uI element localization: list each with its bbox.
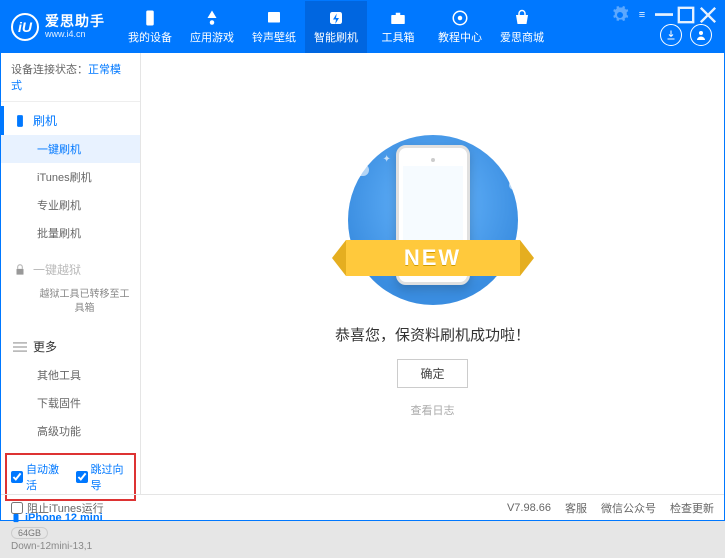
nav-item-flash[interactable]: 智能刷机 [305,1,367,53]
checkbox-label: 自动激活 [26,461,66,493]
footer: 阻止iTunes运行 V7.98.66 客服 微信公众号 检查更新 [1,494,724,520]
nav-label: 教程中心 [438,29,482,45]
nav-item-tutorial[interactable]: 教程中心 [429,1,491,53]
sidebar-section-flash: 刷机 一键刷机 iTunes刷机 专业刷机 批量刷机 [1,102,140,251]
nav-label: 工具箱 [382,29,415,45]
download-icon[interactable] [660,24,682,46]
apps-icon [203,9,221,27]
device-sub: Down-12mini-13,1 [11,541,130,552]
sidebar: 设备连接状态：正常模式 刷机 一键刷机 iTunes刷机 专业刷机 批量刷机 一… [1,53,141,494]
minimize-icon[interactable] [655,6,673,24]
success-illustration: ✦✦ NEW [323,130,543,310]
nav-label: 爱思商城 [500,29,544,45]
wallpaper-icon [265,9,283,27]
nav-label: 铃声壁纸 [252,29,296,45]
success-message: 恭喜您，保资料刷机成功啦！ [335,324,530,345]
sidebar-item-batch[interactable]: 批量刷机 [1,219,140,247]
sidebar-item-advanced[interactable]: 高级功能 [1,417,140,445]
ok-button[interactable]: 确定 [397,359,467,388]
maximize-icon[interactable] [677,6,695,24]
close-icon[interactable] [699,6,717,24]
wechat-link[interactable]: 微信公众号 [601,500,656,516]
more-icon [13,340,27,354]
nav-item-tools[interactable]: 工具箱 [367,1,429,53]
sidebar-head-label: 刷机 [33,112,57,129]
device-storage: 64GB [11,527,48,539]
nav-item-device[interactable]: 我的设备 [119,1,181,53]
phone-icon [141,9,159,27]
sidebar-head-label: 一键越狱 [33,261,81,278]
tutorial-icon [451,9,469,27]
checkbox-label: 跳过向导 [91,461,131,493]
nav-label: 智能刷机 [314,29,358,45]
lock-icon [13,263,27,277]
main-content: ✦✦ NEW 恭喜您，保资料刷机成功啦！ 确定 查看日志 [141,53,724,494]
sidebar-section-jailbreak: 一键越狱 越狱工具已转移至工具箱 [1,251,140,328]
sidebar-item-oneclick[interactable]: 一键刷机 [1,135,140,163]
view-log-link[interactable]: 查看日志 [411,402,455,418]
nav-item-ringtone[interactable]: 铃声壁纸 [243,1,305,53]
checkbox-block-itunes[interactable]: 阻止iTunes运行 [11,500,104,516]
jailbreak-note: 越狱工具已转移至工具箱 [1,284,140,324]
check-update-link[interactable]: 检查更新 [670,500,714,516]
status-label: 设备连接状态： [11,64,88,76]
footer-right: V7.98.66 客服 微信公众号 检查更新 [507,500,714,516]
nav-label: 应用游戏 [190,29,234,45]
menu-icon[interactable]: ≡ [633,6,651,24]
sidebar-item-other[interactable]: 其他工具 [1,361,140,389]
sidebar-item-pro[interactable]: 专业刷机 [1,191,140,219]
version-label: V7.98.66 [507,502,551,514]
checkbox-label: 阻止iTunes运行 [27,500,104,516]
nav-label: 我的设备 [128,29,172,45]
flash-icon [327,9,345,27]
sidebar-item-download-fw[interactable]: 下载固件 [1,389,140,417]
user-icon[interactable] [690,24,712,46]
settings-icon[interactable] [611,6,629,24]
logo: iU 爱思助手 www.i4.cn [1,1,119,53]
checkbox-skip-guide[interactable]: 跳过向导 [76,461,131,493]
toolbox-icon [389,9,407,27]
top-nav: 我的设备 应用游戏 铃声壁纸 智能刷机 工具箱 教程中心 [119,1,660,53]
phone-small-icon [13,114,27,128]
system-buttons: ≡ [611,6,717,24]
sidebar-head-label: 更多 [33,338,57,355]
sidebar-head-flash[interactable]: 刷机 [1,106,140,135]
customer-service-link[interactable]: 客服 [565,500,587,516]
nav-item-apps[interactable]: 应用游戏 [181,1,243,53]
app-url: www.i4.cn [45,30,105,40]
sidebar-head-jailbreak[interactable]: 一键越狱 [1,255,140,284]
nav-item-store[interactable]: 爱思商城 [491,1,553,53]
body: 设备连接状态：正常模式 刷机 一键刷机 iTunes刷机 专业刷机 批量刷机 一… [1,53,724,494]
app-title: 爱思助手 [45,14,105,29]
sidebar-item-itunes[interactable]: iTunes刷机 [1,163,140,191]
app-window: ≡ iU 爱思助手 www.i4.cn 我的设备 应用游戏 铃声壁纸 [0,0,725,521]
logo-icon: iU [11,13,39,41]
new-banner: NEW [346,240,520,276]
sidebar-section-more: 更多 其他工具 下载固件 高级功能 [1,328,140,449]
sidebar-head-more[interactable]: 更多 [1,332,140,361]
store-icon [513,9,531,27]
checkbox-auto-activate[interactable]: 自动激活 [11,461,66,493]
connection-status: 设备连接状态：正常模式 [1,53,140,102]
